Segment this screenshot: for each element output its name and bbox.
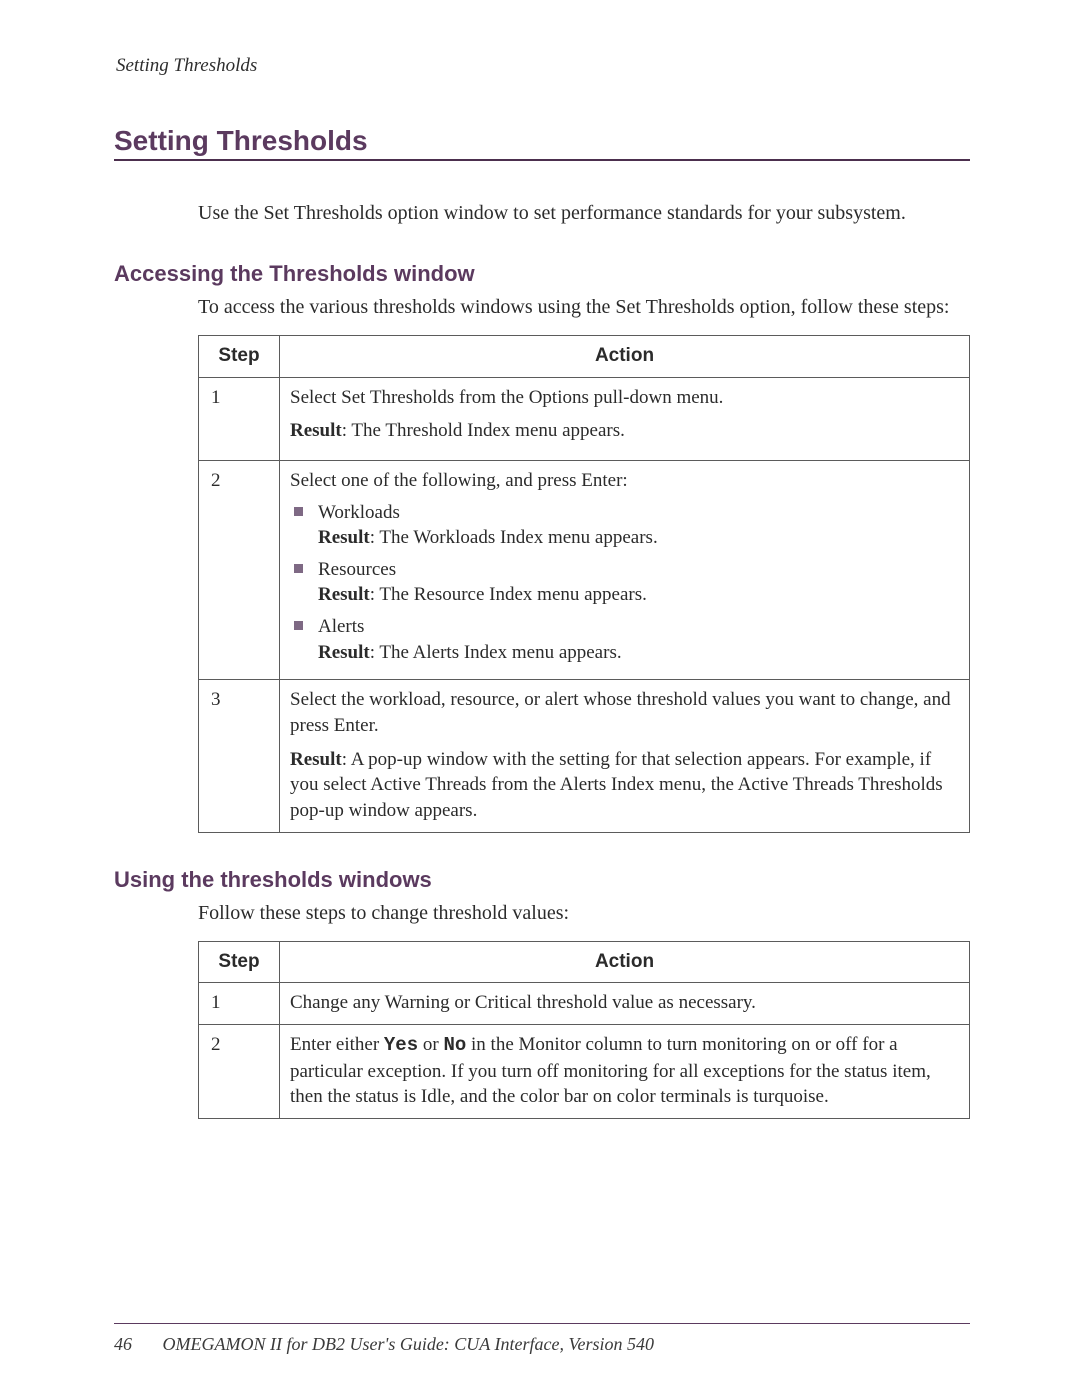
- footer-line: 46 OMEGAMON II for DB2 User's Guide: CUA…: [114, 1334, 970, 1355]
- step-number: 3: [199, 680, 280, 832]
- sub-item-result: Result: The Alerts Index menu appears.: [318, 640, 959, 666]
- result-body: : The Alerts Index menu appears.: [370, 642, 622, 663]
- table-row: 2 Select one of the following, and press…: [199, 460, 970, 679]
- action-text-pre: Enter either: [290, 1034, 384, 1055]
- section-lead-using: Follow these steps to change threshold v…: [198, 899, 970, 927]
- section-lead-accessing: To access the various thresholds windows…: [198, 293, 970, 321]
- steps-table-accessing: Step Action 1 Select Set Thresholds from…: [198, 335, 970, 833]
- col-header-step: Step: [199, 941, 280, 983]
- page-title: Setting Thresholds: [114, 125, 970, 157]
- table-row: 1 Select Set Thresholds from the Options…: [199, 377, 970, 460]
- page-number: 46: [114, 1334, 132, 1354]
- result-label: Result: [318, 584, 370, 605]
- step-action: Change any Warning or Critical threshold…: [280, 983, 970, 1025]
- step-number: 2: [199, 460, 280, 679]
- step-number: 2: [199, 1024, 280, 1118]
- table-row: 2 Enter either Yes or No in the Monitor …: [199, 1024, 970, 1118]
- sub-item-list: Workloads Result: The Workloads Index me…: [290, 500, 959, 672]
- step-action: Select one of the following, and press E…: [280, 460, 970, 679]
- sub-item-title: Workloads: [318, 500, 959, 526]
- result-label: Result: [318, 527, 370, 548]
- table-row: 1 Change any Warning or Critical thresho…: [199, 983, 970, 1025]
- sub-item-result: Result: The Workloads Index menu appears…: [318, 525, 959, 551]
- section-using: Using the thresholds windows Follow thes…: [114, 867, 970, 1119]
- col-header-action: Action: [280, 336, 970, 378]
- intro-paragraph: Use the Set Thresholds option window to …: [198, 199, 970, 227]
- result-text: Result: The Threshold Index menu appears…: [290, 418, 959, 444]
- step-action: Select the workload, resource, or alert …: [280, 680, 970, 832]
- table-row: 3 Select the workload, resource, or aler…: [199, 680, 970, 832]
- table-header-row: Step Action: [199, 336, 970, 378]
- result-body: : The Threshold Index menu appears.: [342, 420, 625, 441]
- section-accessing: Accessing the Thresholds window To acces…: [114, 261, 970, 833]
- list-item: Alerts Result: The Alerts Index menu app…: [290, 614, 959, 671]
- result-body: : The Resource Index menu appears.: [370, 584, 647, 605]
- section-heading-using: Using the thresholds windows: [114, 867, 970, 893]
- result-label: Result: [318, 642, 370, 663]
- list-item: Workloads Result: The Workloads Index me…: [290, 500, 959, 557]
- step-action: Select Set Thresholds from the Options p…: [280, 377, 970, 460]
- step-action: Enter either Yes or No in the Monitor co…: [280, 1024, 970, 1118]
- section-heading-accessing: Accessing the Thresholds window: [114, 261, 970, 287]
- table-header-row: Step Action: [199, 941, 970, 983]
- page-footer: 46 OMEGAMON II for DB2 User's Guide: CUA…: [114, 1323, 970, 1355]
- title-wrap: Setting Thresholds: [114, 125, 970, 161]
- page: Setting Thresholds Setting Thresholds Us…: [0, 0, 1080, 1397]
- running-head: Setting Thresholds: [116, 55, 970, 77]
- sub-item-result: Result: The Resource Index menu appears.: [318, 582, 959, 608]
- code-no: No: [443, 1034, 466, 1056]
- result-body: : The Workloads Index menu appears.: [370, 527, 658, 548]
- result-label: Result: [290, 749, 342, 770]
- list-item: Resources Result: The Resource Index men…: [290, 557, 959, 614]
- footer-title: OMEGAMON II for DB2 User's Guide: CUA In…: [163, 1334, 654, 1354]
- result-body: : A pop-up window with the setting for t…: [290, 749, 943, 821]
- action-text: Select one of the following, and press E…: [290, 470, 628, 491]
- sub-item-title: Resources: [318, 557, 959, 583]
- steps-table-using: Step Action 1 Change any Warning or Crit…: [198, 941, 970, 1119]
- step-number: 1: [199, 377, 280, 460]
- action-text-or: or: [418, 1034, 443, 1055]
- step-number: 1: [199, 983, 280, 1025]
- footer-rule: [114, 1323, 970, 1324]
- col-header-action: Action: [280, 941, 970, 983]
- result-label: Result: [290, 420, 342, 441]
- col-header-step: Step: [199, 336, 280, 378]
- result-text: Result: A pop-up window with the setting…: [290, 747, 959, 824]
- code-yes: Yes: [384, 1034, 418, 1056]
- sub-item-title: Alerts: [318, 614, 959, 640]
- action-text: Select Set Thresholds from the Options p…: [290, 385, 959, 411]
- action-text: Select the workload, resource, or alert …: [290, 687, 959, 738]
